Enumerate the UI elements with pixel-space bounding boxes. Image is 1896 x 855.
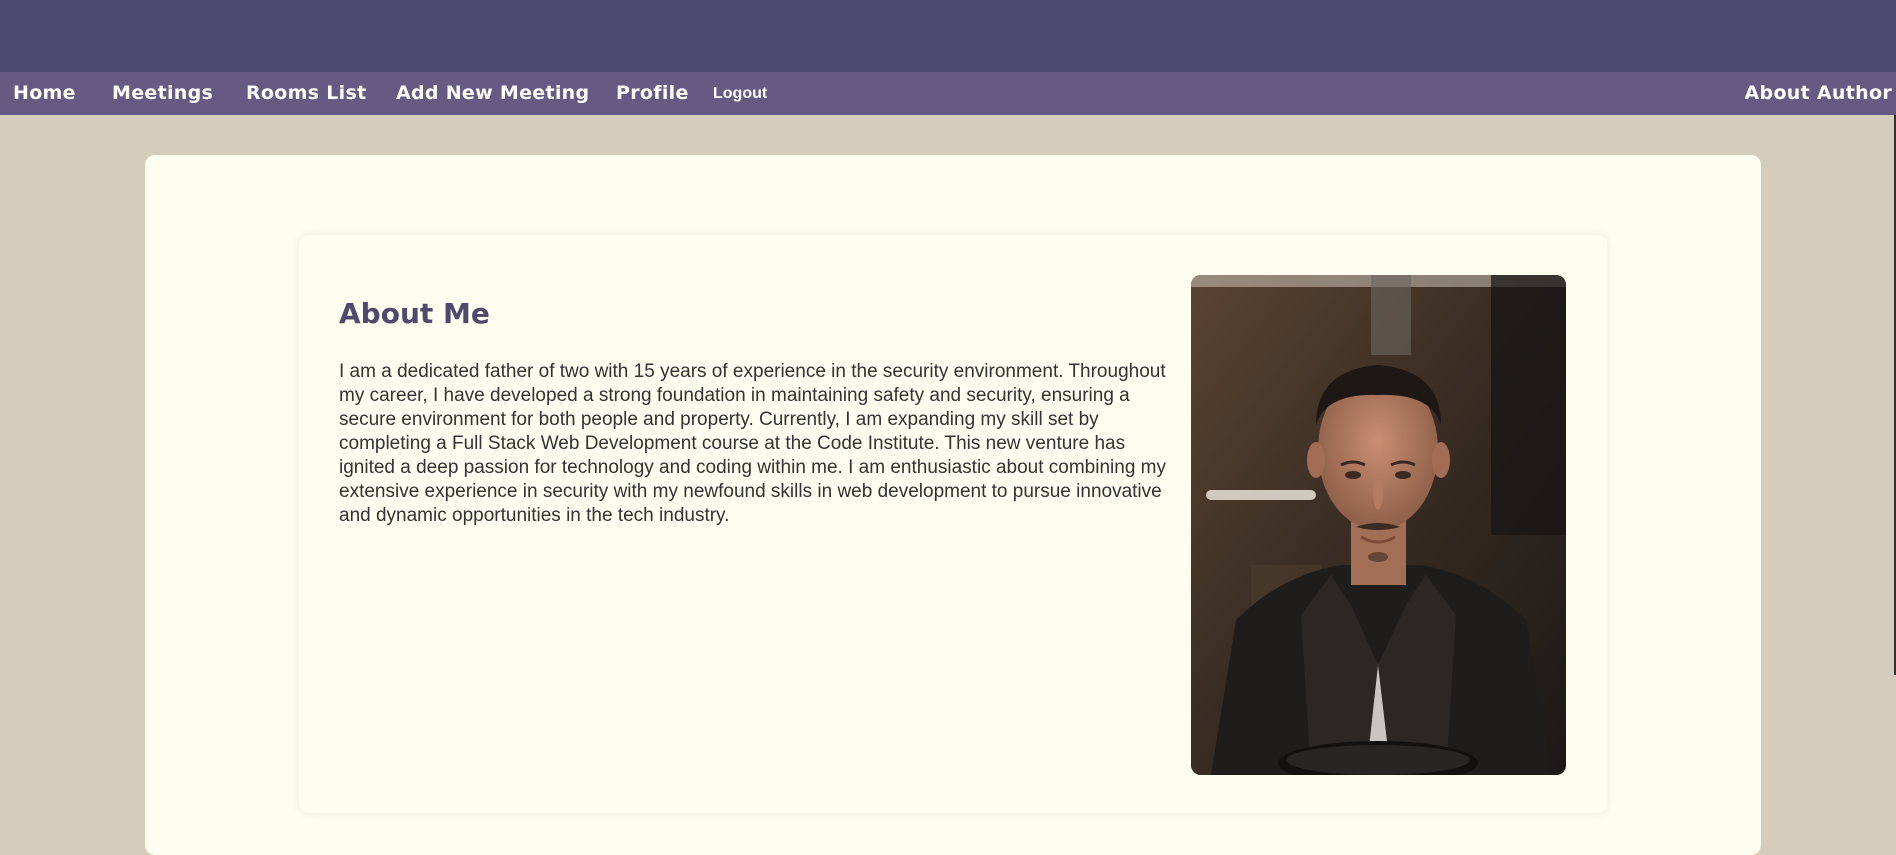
about-title: About Me <box>339 297 490 330</box>
nav-add-new-meeting-link[interactable]: Add New Meeting <box>396 72 589 115</box>
about-text: I am a dedicated father of two with 15 y… <box>339 361 1166 526</box>
author-photo <box>1191 275 1566 775</box>
nav-home-link[interactable]: Home <box>13 72 76 115</box>
about-card: About Me I am a dedicated father of two … <box>299 235 1607 813</box>
main-card: About Me I am a dedicated father of two … <box>145 155 1761 855</box>
top-banner <box>0 0 1896 72</box>
nav-logout-link[interactable]: Logout <box>713 72 767 115</box>
nav-profile-link[interactable]: Profile <box>616 72 689 115</box>
navbar: Home Meetings Rooms List Add New Meeting… <box>0 72 1896 115</box>
nav-meetings-link[interactable]: Meetings <box>112 72 213 115</box>
nav-about-author-link[interactable]: About Author <box>1745 72 1892 115</box>
nav-rooms-list-link[interactable]: Rooms List <box>246 72 366 115</box>
